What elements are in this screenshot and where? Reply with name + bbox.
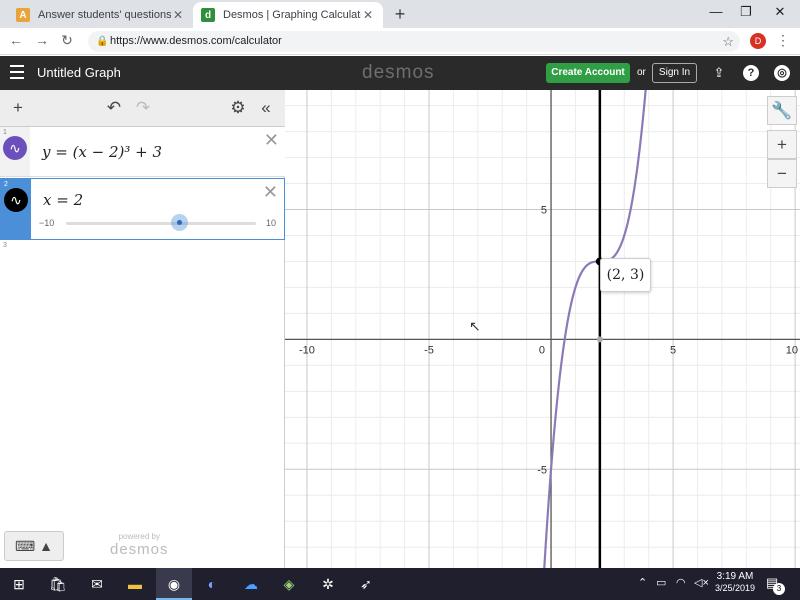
create-account-button[interactable]: Create Account (546, 63, 630, 83)
wifi-icon[interactable]: ◠ (676, 576, 686, 589)
maximize-button[interactable]: ❐ (736, 4, 756, 20)
browser-menu-icon[interactable]: ⋮ (776, 32, 790, 49)
delete-expression-icon[interactable]: ✕ (263, 182, 278, 203)
address-bar[interactable]: 🔒 https://www.desmos.com/calculator ☆ (88, 31, 740, 52)
desmos-header: Untitled Graph desmos Create Account or … (0, 56, 800, 90)
globe-icon[interactable]: ◎ (774, 65, 790, 81)
app-favicon-icon: A (16, 8, 30, 22)
x-tick-label: 5 (670, 344, 676, 356)
windows-taskbar: ⊞ 🛍 ✉ ▬ ◉ ◐ ☁ ◈ ✲ ➶ ⌃ ▭ ◠ ◁× 3:19 AM 3/2… (0, 568, 800, 600)
tray-chevron-icon[interactable]: ⌃ (638, 576, 647, 589)
share-icon[interactable]: ⇪ (711, 65, 727, 81)
keyboard-toggle-button[interactable]: ⌨ ▲ (4, 531, 64, 561)
graph-canvas[interactable]: -10 -5 0 5 10 5 -5 (285, 90, 800, 568)
slider-handle[interactable] (171, 214, 188, 231)
graph-svg[interactable]: -10 -5 0 5 10 5 -5 (285, 90, 800, 568)
settings-gear-icon[interactable]: ⚙ (228, 98, 248, 118)
graph-color-icon[interactable]: ∿ (3, 136, 27, 160)
expression-row[interactable]: 1 ∿ y = (x − 2)³ + 3 ✕ (0, 127, 285, 177)
file-explorer-icon[interactable]: ▬ (124, 574, 146, 594)
powered-by-logo: desmos (110, 541, 169, 558)
start-windows-icon[interactable]: ⊞ (8, 574, 30, 594)
mail-icon[interactable]: ✉ (86, 574, 108, 594)
browser-tab-strip: A Answer students' questions and ✕ d Des… (0, 0, 800, 28)
powered-by-desmos: powered by desmos (110, 532, 169, 558)
empty-expression-row[interactable]: 3 (0, 240, 30, 270)
clock-date: 3/25/2019 (714, 583, 756, 593)
graph-title[interactable]: Untitled Graph (37, 65, 121, 80)
tab-title: Desmos | Graphing Calculator (223, 9, 361, 21)
cubic-curve (543, 90, 647, 568)
expression-row-selected[interactable]: 2 ∿ x = 2 ✕ −10 10 (0, 178, 285, 240)
onedrive-icon[interactable]: ☁ (240, 574, 262, 594)
expression-text[interactable]: x = 2 (43, 191, 83, 209)
expression-index: 1 (3, 129, 7, 136)
help-icon[interactable]: ? (743, 65, 759, 81)
graph-color-icon[interactable]: ∿ (4, 188, 28, 212)
clock-time: 3:19 AM (716, 571, 754, 582)
browser-toolbar: ← → ↻ 🔒 https://www.desmos.com/calculato… (0, 28, 800, 55)
forward-button[interactable]: → (33, 32, 51, 48)
y-tick-label: -5 (537, 464, 547, 476)
chrome-icon[interactable]: ◉ (163, 574, 185, 594)
app-icon[interactable]: ◈ (278, 574, 300, 594)
desmos-logo: desmos (362, 62, 435, 83)
tab-title: Answer students' questions and (38, 9, 171, 21)
volume-icon[interactable]: ◁× (694, 576, 709, 589)
axis-intersection-point (596, 336, 603, 343)
x-tick-label: 10 (786, 344, 798, 356)
tab-desmos[interactable]: d Desmos | Graphing Calculator ✕ (193, 2, 383, 28)
slider-max-label[interactable]: 10 (266, 218, 276, 228)
back-button[interactable]: ← (7, 32, 25, 48)
notification-count-badge: 3 (773, 583, 785, 595)
slider-track[interactable] (66, 222, 256, 225)
y-tick-label: 5 (541, 205, 547, 217)
taskbar-clock[interactable]: 3:19 AM 3/25/2019 (710, 571, 760, 593)
tab-answer-students[interactable]: A Answer students' questions and ✕ (8, 2, 193, 28)
zoom-in-button[interactable]: + (767, 130, 797, 159)
battery-icon[interactable]: ▭ (656, 576, 666, 589)
or-label: or (637, 67, 646, 78)
zoom-out-button[interactable]: − (767, 159, 797, 188)
lock-icon: 🔒 (96, 36, 109, 47)
expression-index: 2 (4, 181, 8, 188)
reload-button[interactable]: ↻ (58, 32, 76, 49)
undo-button[interactable]: ↶ (104, 98, 124, 118)
collapse-panel-icon[interactable]: « (256, 98, 276, 118)
add-expression-button[interactable]: + (8, 98, 28, 118)
app-icon[interactable]: ✲ (317, 574, 339, 594)
close-window-button[interactable]: ✕ (770, 4, 790, 20)
x-tick-label: -5 (424, 344, 434, 356)
x-tick-label: -10 (299, 344, 315, 356)
desmos-favicon-icon: d (201, 8, 215, 22)
x-tick-label: 0 (539, 344, 545, 356)
url-text: https://www.desmos.com/calculator (110, 35, 282, 47)
hamburger-menu-icon[interactable] (10, 65, 24, 79)
mouse-cursor-icon: ↖ (469, 318, 481, 334)
app-icon[interactable]: ◐ (201, 574, 223, 594)
sign-in-button[interactable]: Sign In (652, 63, 697, 83)
close-tab-icon[interactable]: ✕ (171, 8, 185, 22)
expression-toolbar: + ↶ ↷ ⚙ « (0, 90, 285, 127)
expression-text[interactable]: y = (x − 2)³ + 3 (42, 143, 162, 161)
expression-list: + ↶ ↷ ⚙ « 1 ∿ y = (x − 2)³ + 3 ✕ 2 ∿ x =… (0, 90, 285, 568)
expression-index: 3 (3, 242, 7, 249)
graph-settings-wrench-icon[interactable]: 🔧 (767, 96, 797, 125)
slider-min-label[interactable]: −10 (39, 218, 54, 228)
store-icon[interactable]: 🛍 (47, 574, 69, 594)
profile-avatar[interactable]: D (750, 33, 766, 49)
delete-expression-icon[interactable]: ✕ (264, 130, 279, 151)
powered-by-label: powered by (118, 532, 160, 541)
close-tab-icon[interactable]: ✕ (361, 8, 375, 22)
redo-button[interactable]: ↷ (133, 98, 153, 118)
new-tab-button[interactable]: + (390, 4, 410, 25)
bookmark-star-icon[interactable]: ☆ (722, 31, 734, 52)
point-coordinate-label: (2, 3) (600, 258, 651, 292)
app-icon[interactable]: ➶ (355, 574, 377, 594)
minimize-button[interactable]: — (706, 4, 726, 19)
